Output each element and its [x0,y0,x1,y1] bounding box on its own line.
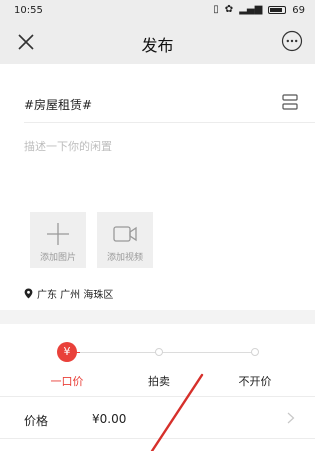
description-input[interactable]: 描述一下你的闲置 [24,138,112,154]
topic-tag[interactable]: #房屋租赁# [24,96,92,113]
divider [0,396,315,397]
signal-icon: ▂▄▆ [239,4,263,15]
more-icon[interactable] [281,30,303,52]
section-separator [0,310,315,324]
plus-icon [47,223,69,245]
auction-node[interactable] [155,348,163,356]
battery-level: 69 [292,4,305,16]
option-no-price[interactable]: 不开价 [225,373,285,389]
battery-icon [268,6,287,14]
location-text: 广东 广州 海珠区 [37,290,114,301]
add-video-button[interactable]: 添加视频 [97,212,153,268]
paw-icon: ✿ [224,4,234,15]
scan-icon[interactable] [281,93,299,111]
page-title: 发布 [141,36,174,55]
option-auction[interactable]: 拍卖 [129,373,189,389]
status-bar: 10:55 ▯ ✿ ▂▄▆ 69 [0,0,315,20]
location[interactable]: 广东 广州 海珠区 [24,286,113,301]
option-fixed-price[interactable]: 一口价 [37,373,97,389]
vibrate-icon: ▯ [213,4,219,15]
price-label: 价格 [24,414,49,428]
status-time: 10:55 [14,5,43,16]
divider [24,122,315,123]
nav-bar: 发布 [0,20,315,64]
add-video-label: 添加视频 [106,253,143,263]
video-camera-icon [113,226,137,242]
chevron-right-icon [287,412,295,424]
fixed-price-node[interactable]: ¥ [57,342,77,362]
price-value[interactable]: ¥0.00 [92,412,126,426]
add-image-button[interactable]: 添加图片 [30,212,86,268]
status-icons: ▯ ✿ ▂▄▆ 69 [213,4,305,16]
divider [0,438,315,439]
location-pin-icon [24,288,33,299]
add-image-label: 添加图片 [39,253,76,263]
price-row[interactable]: 价格 ¥0.00 [0,398,315,438]
topic-row[interactable]: #房屋租赁# [0,86,315,120]
no-price-node[interactable] [251,348,259,356]
